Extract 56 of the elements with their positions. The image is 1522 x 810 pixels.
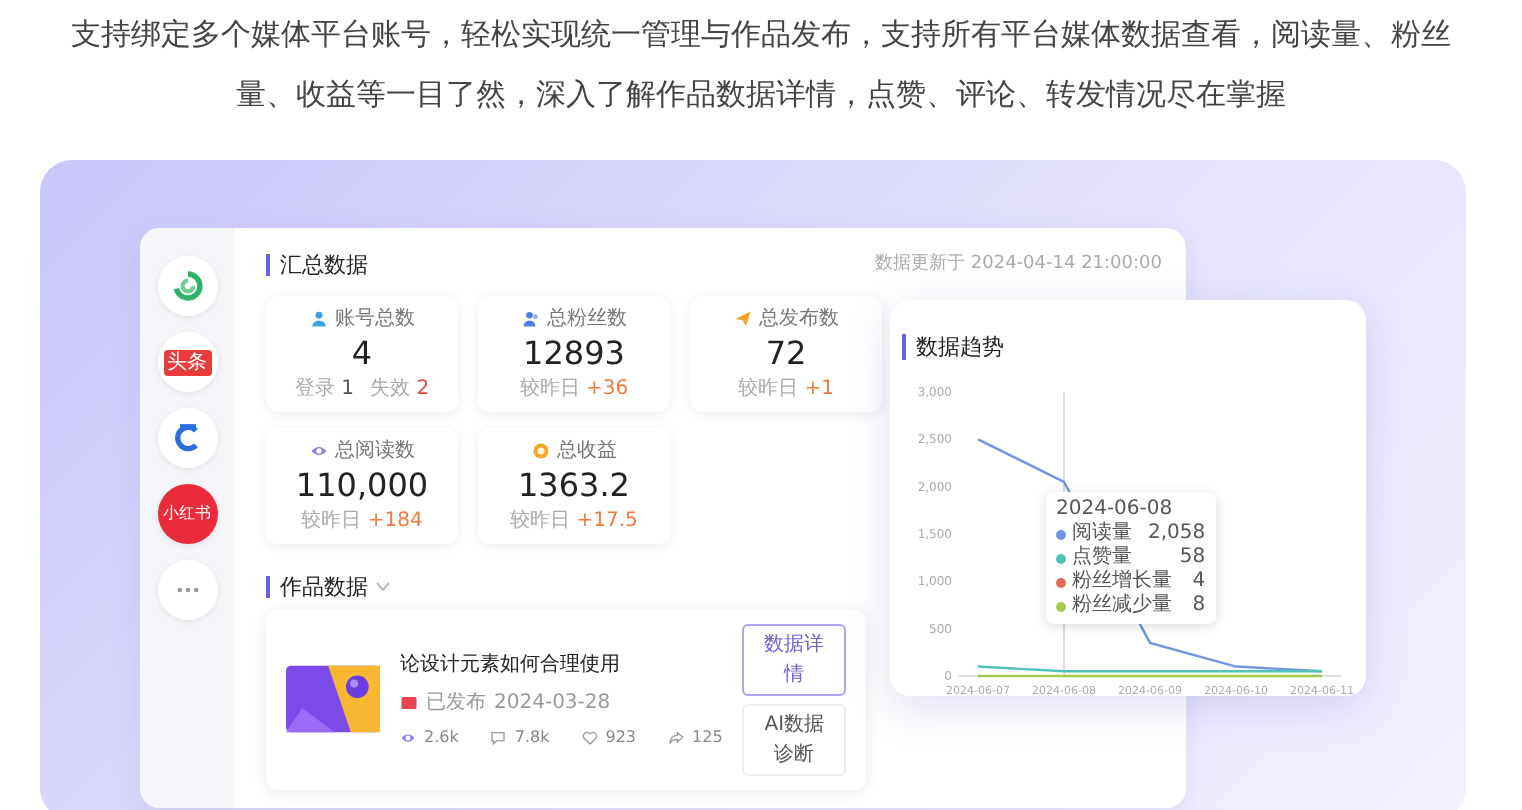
work-title: 论设计元素如何合理使用	[400, 651, 623, 679]
stat-note: 较昨日 +36	[519, 375, 629, 403]
share-icon	[668, 729, 685, 745]
stat-note: 较昨日 +17.5	[510, 507, 638, 535]
users-icon	[521, 309, 539, 327]
stat-count: 923	[605, 725, 637, 749]
platform-icon	[400, 693, 419, 711]
c-logo-icon	[171, 422, 203, 454]
section-title: 数据趋势	[902, 334, 1004, 360]
tooltip-value: 4	[1192, 570, 1206, 594]
tooltip-label: 点赞量	[1072, 546, 1132, 569]
stat-count: 125	[692, 725, 723, 749]
publish-status: 已发布	[426, 689, 487, 717]
tooltip-value: 8	[1192, 594, 1206, 618]
stat-note: 较昨日 +184	[301, 507, 423, 535]
update-time: 数据更新于 2024-04-14 21:00:00	[875, 252, 1162, 278]
heart-icon	[581, 729, 598, 745]
stat-note: 失效 2	[370, 375, 430, 403]
stat-count: 7.8k	[514, 725, 550, 749]
stat-note: 较昨日 +1	[738, 375, 834, 403]
comment-icon	[490, 729, 507, 745]
eye-icon	[309, 441, 327, 459]
diagnose-button[interactable]: AI数据诊断	[742, 703, 846, 775]
stat-value: 110,000	[293, 465, 431, 505]
details-button[interactable]: 数据详情	[742, 623, 846, 695]
paper-plane-icon	[733, 309, 751, 327]
tooltip-value: 2,058	[1148, 522, 1206, 546]
tooltip-label: 粉丝增长量	[1072, 570, 1172, 593]
stat-note: 登录 1	[294, 375, 354, 403]
stat-label: 总收益	[557, 437, 617, 465]
tooltip-label: 粉丝减少量	[1072, 594, 1172, 618]
stat-value: 4	[349, 333, 375, 373]
stat-label: 总发布数	[759, 305, 839, 333]
stat-label: 账号总数	[335, 305, 415, 333]
eye-icon	[400, 729, 417, 745]
publish-date: 2024-03-28	[494, 689, 611, 717]
tooltip-value: 58	[1179, 546, 1206, 570]
stat-value: 72	[763, 333, 809, 373]
stat-count: 2.6k	[424, 725, 459, 749]
platform-button[interactable]	[157, 408, 217, 468]
tooltip-label: 阅读量	[1072, 522, 1132, 545]
platform-button[interactable]	[157, 256, 217, 316]
tooltip-date: 2024-06-08	[1056, 498, 1175, 521]
platform-button[interactable]: 小红书	[157, 484, 217, 544]
ring-logo-icon	[171, 270, 203, 302]
stat-label: 总阅读数	[335, 437, 415, 465]
section-title: 作品数据	[266, 575, 368, 597]
platform-button[interactable]: 头条	[157, 332, 217, 392]
stat-value: 12893	[521, 333, 627, 373]
intro-paragraph: 支持绑定多个媒体平台账号，轻松实现统一管理与作品发布，支持所有平台媒体数据查看，阅读量、粉丝量、收益等一目了然，深入了解作品数据详情，点赞、评论、转发情况尽在掌握	[69, 14, 1453, 116]
user-icon	[309, 309, 327, 327]
section-title: 汇总数据	[266, 254, 368, 277]
stat-value: 1363.2	[516, 465, 632, 505]
coin-icon	[531, 441, 549, 459]
stat-label: 总粉丝数	[547, 305, 627, 333]
caret-icon[interactable]	[376, 581, 390, 591]
